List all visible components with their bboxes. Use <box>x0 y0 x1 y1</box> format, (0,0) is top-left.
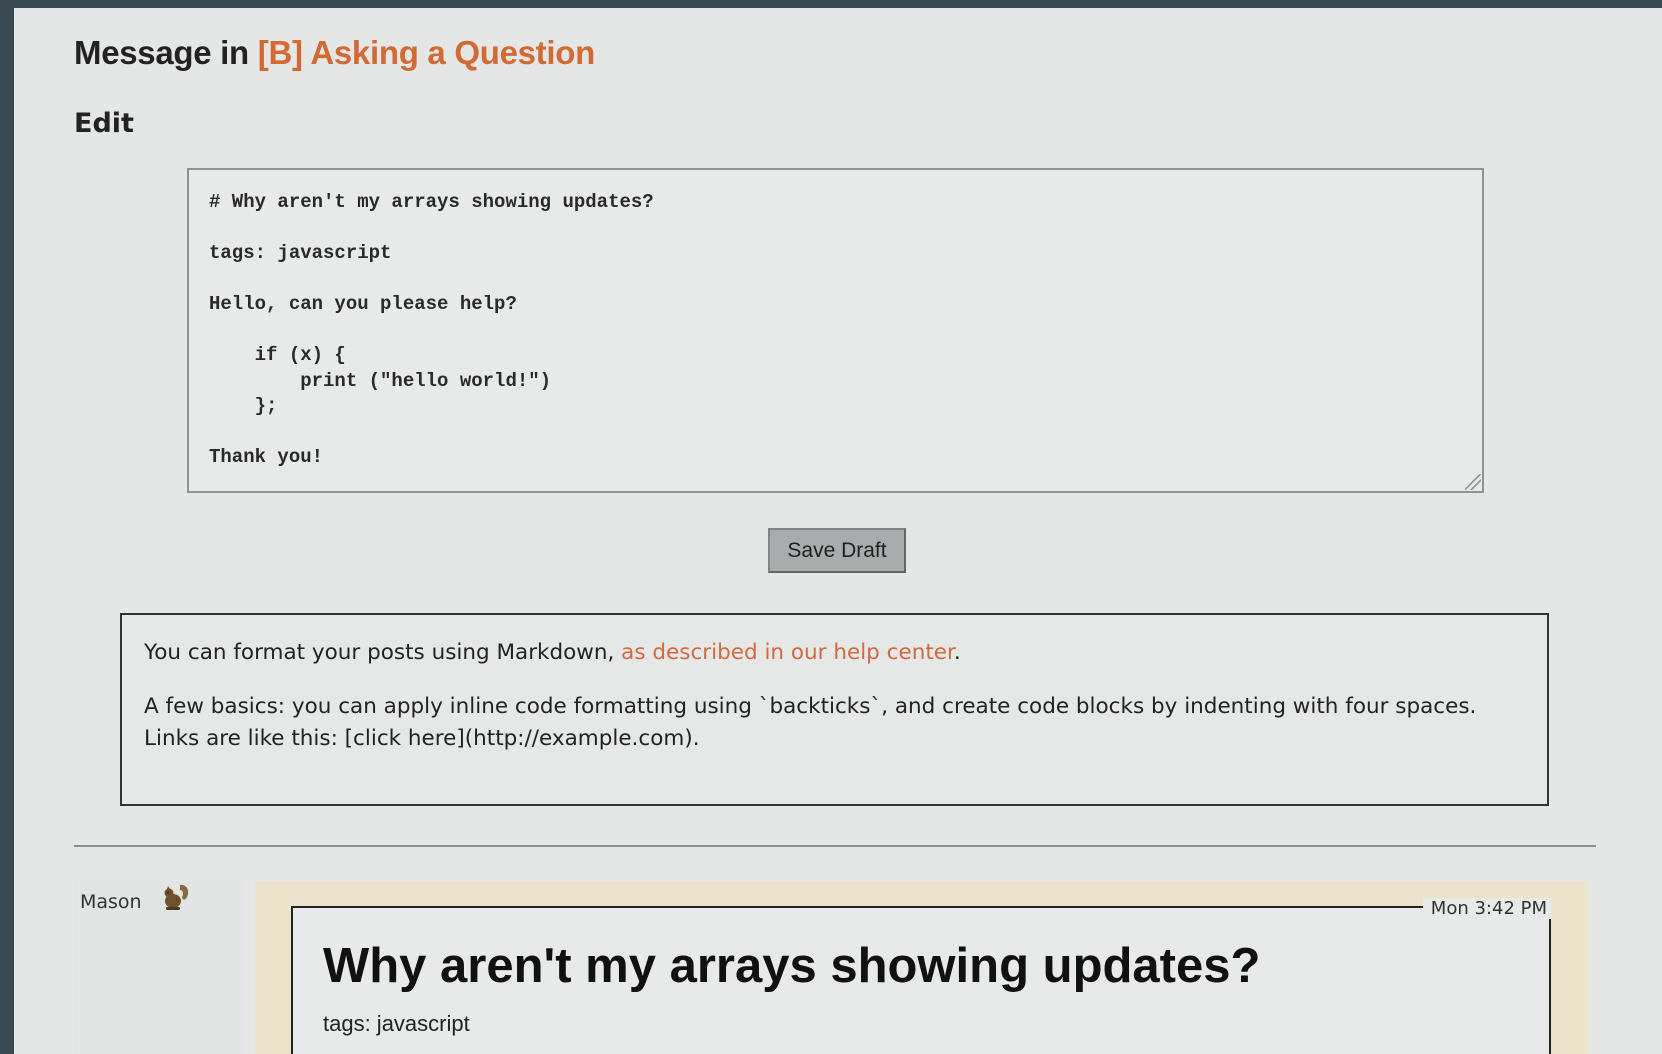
help-center-link[interactable]: as described in our help center <box>621 640 954 665</box>
help-text-end: . <box>953 640 961 665</box>
divider <box>74 845 1596 847</box>
save-draft-button[interactable]: Save Draft <box>768 528 906 573</box>
post-author: Mason <box>74 881 244 1054</box>
post-body: Mon 3:42 PM Why aren't my arrays showing… <box>291 898 1551 1054</box>
squirrel-icon <box>164 884 189 910</box>
post-heading: Why aren't my arrays showing updates? <box>323 939 1261 993</box>
post-card: Mon 3:42 PM Why aren't my arrays showing… <box>255 881 1588 1054</box>
resize-handle-icon[interactable] <box>1465 474 1481 490</box>
help-line-1: You can format your posts using Markdown… <box>144 637 1525 669</box>
edit-heading: Edit <box>74 108 134 139</box>
message-editor[interactable]: # Why aren't my arrays showing updates? … <box>187 168 1484 493</box>
help-line-2: A few basics: you can apply inline code … <box>144 694 1477 751</box>
message-panel: Message in [B] Asking a Question Edit # … <box>14 8 1662 1054</box>
author-name[interactable]: Mason <box>80 891 142 913</box>
page-title: Message in [B] Asking a Question <box>74 34 595 72</box>
title-prefix: Message in <box>74 34 258 71</box>
post-tags: tags: javascript <box>323 1011 470 1036</box>
help-text: You can format your posts using Markdown… <box>144 640 622 665</box>
markdown-help-box: You can format your posts using Markdown… <box>120 613 1549 806</box>
post-timestamp: Mon 3:42 PM <box>1422 898 1551 919</box>
board-link[interactable]: [B] Asking a Question <box>258 34 595 71</box>
